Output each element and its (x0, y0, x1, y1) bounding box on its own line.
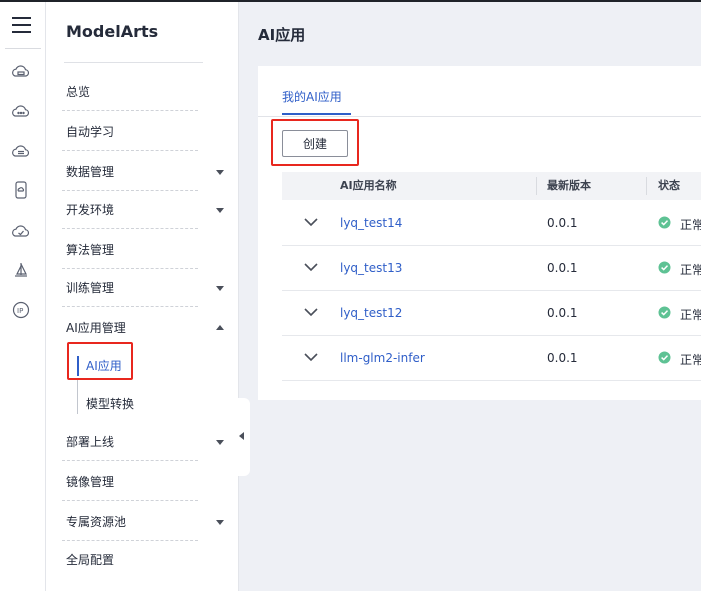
app-name-link[interactable]: lyq_test12 (340, 306, 402, 320)
chevron-up-icon[interactable] (216, 325, 224, 330)
app-status: 正常 (680, 218, 701, 232)
chevron-down-icon[interactable] (304, 307, 318, 317)
column-header-status[interactable]: 状态 (658, 172, 680, 200)
sidebar-collapse-button[interactable] (233, 398, 250, 476)
nav-item-dev-environment[interactable]: 开发环境 (62, 191, 198, 229)
cloud-box-icon[interactable] (11, 62, 31, 82)
nav-item-global-config[interactable]: 全局配置 (62, 541, 198, 579)
phone-cloud-icon[interactable] (11, 180, 31, 200)
status-ok-icon (658, 216, 671, 229)
app-name-link[interactable]: lyq_test13 (340, 261, 402, 275)
menu-icon[interactable] (12, 16, 31, 34)
nav-item-overview[interactable]: 总览 (62, 73, 198, 111)
app-version: 0.0.1 (547, 261, 578, 275)
subnav-guide-line (77, 380, 78, 414)
status-ok-icon (658, 306, 671, 319)
icon-rail: IP (0, 2, 46, 591)
highlight-box-subnav (67, 342, 133, 380)
chevron-left-icon (239, 432, 244, 440)
chevron-down-icon[interactable] (304, 217, 318, 227)
table-row: llm-glm2-infer 0.0.1 正常 (282, 336, 701, 381)
chevron-down-icon[interactable] (216, 208, 224, 213)
chevron-down-icon[interactable] (216, 286, 224, 291)
highlight-box-create (271, 119, 359, 166)
subnav-item-model-conversion[interactable]: 模型转换 (86, 394, 134, 414)
column-header-name[interactable]: AI应用名称 (340, 172, 397, 200)
cloud-check-icon[interactable] (11, 221, 31, 241)
app-status: 正常 (680, 308, 701, 322)
side-nav: ModelArts 总览 自动学习 数据管理 开发环境 算法管理 训练管理 AI… (46, 2, 239, 591)
app-version: 0.0.1 (547, 216, 578, 230)
tab-my-ai-apps[interactable]: 我的AI应用 (282, 88, 342, 105)
nav-item-auto-learning[interactable]: 自动学习 (62, 113, 198, 151)
column-divider (536, 177, 537, 195)
chevron-down-icon[interactable] (216, 520, 224, 525)
nav-item-algorithm-management[interactable]: 算法管理 (62, 231, 198, 269)
column-divider (646, 177, 647, 195)
brand-divider (64, 62, 203, 63)
brand-title: ModelArts (66, 22, 159, 41)
cloud-dots-icon[interactable] (11, 101, 31, 121)
status-ok-icon (658, 261, 671, 274)
table-row: lyq_test12 0.0.1 正常 (282, 291, 701, 336)
app-name-link[interactable]: llm-glm2-infer (340, 351, 425, 365)
chevron-down-icon[interactable] (304, 262, 318, 272)
tab-active-underline (282, 113, 351, 115)
nav-item-dedicated-pool[interactable]: 专属资源池 (62, 503, 198, 541)
sailboat-icon[interactable] (11, 260, 31, 280)
app-status: 正常 (680, 263, 701, 277)
nav-item-data-management[interactable]: 数据管理 (62, 153, 198, 191)
page-title: AI应用 (258, 26, 306, 44)
app-status: 正常 (680, 353, 701, 367)
status-ok-icon (658, 351, 671, 364)
app-version: 0.0.1 (547, 306, 578, 320)
chevron-down-icon[interactable] (216, 440, 224, 445)
table-row: lyq_test13 0.0.1 正常 (282, 246, 701, 291)
main-card: 我的AI应用 创建 AI应用名称 最新版本 状态 lyq_test14 0.0.… (258, 66, 701, 400)
nav-item-deployment[interactable]: 部署上线 (62, 423, 198, 461)
chevron-down-icon[interactable] (216, 170, 224, 175)
nav-item-training-management[interactable]: 训练管理 (62, 269, 198, 307)
app-version: 0.0.1 (547, 351, 578, 365)
tab-divider (258, 116, 701, 117)
cloud-stack-icon[interactable] (11, 141, 31, 161)
nav-item-image-management[interactable]: 镜像管理 (62, 463, 198, 501)
rail-divider (5, 48, 41, 49)
column-header-version[interactable]: 最新版本 (547, 172, 591, 200)
svg-text:IP: IP (17, 307, 23, 315)
ip-icon[interactable]: IP (11, 300, 31, 320)
chevron-down-icon[interactable] (304, 352, 318, 362)
table-header: AI应用名称 最新版本 状态 (282, 172, 701, 200)
table-row: lyq_test14 0.0.1 正常 (282, 201, 701, 246)
app-name-link[interactable]: lyq_test14 (340, 216, 402, 230)
